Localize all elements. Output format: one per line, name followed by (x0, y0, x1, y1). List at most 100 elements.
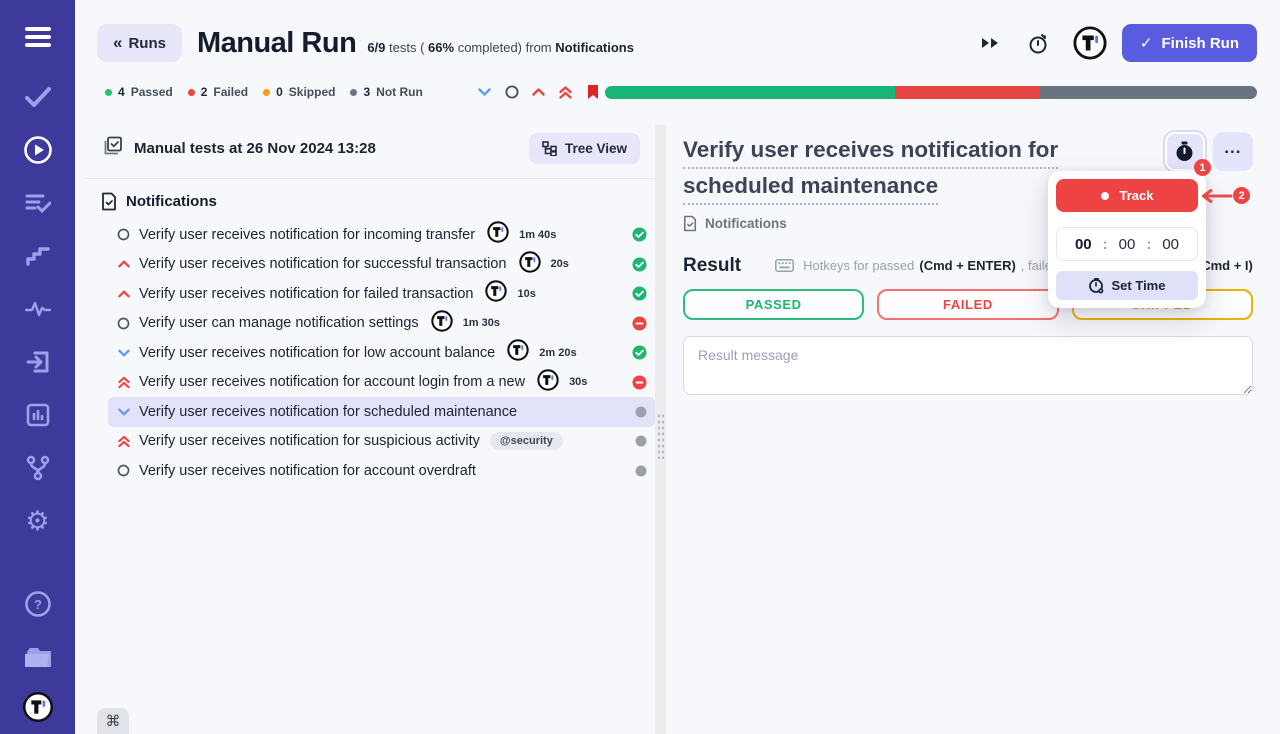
play-circle-icon[interactable] (23, 137, 53, 163)
gear-icon[interactable]: ⚙ (23, 508, 53, 534)
pulse-icon[interactable] (23, 296, 53, 322)
testomat-logo[interactable] (23, 694, 53, 720)
timer-restart-icon[interactable] (1027, 32, 1049, 54)
stopwatch-icon (1175, 141, 1194, 162)
testomat-mini-logo (487, 221, 509, 248)
priority-low-icon (116, 408, 131, 416)
file-icon (101, 192, 117, 211)
test-row[interactable]: Verify user receives notification for sc… (108, 397, 655, 427)
status-dot-icon (105, 89, 112, 96)
priority-none-icon (116, 464, 131, 477)
list-check-icon[interactable] (23, 190, 53, 216)
result-message-input[interactable] (683, 336, 1253, 395)
svg-text:?: ? (34, 597, 42, 612)
status-count-passed[interactable]: 4 Passed (105, 85, 173, 99)
command-key-icon: ⌘ (106, 712, 121, 730)
test-name: Verify user receives notification for sc… (139, 404, 517, 420)
testomat-mini-logo (519, 251, 541, 278)
check-icon: ✓ (1140, 34, 1153, 52)
folder-icon[interactable] (23, 644, 53, 670)
suite-folder-row[interactable]: Notifications (85, 179, 655, 220)
test-name: Verify user receives notification for lo… (139, 345, 495, 361)
status-failed-icon (632, 316, 647, 331)
branch-icon[interactable] (23, 455, 53, 481)
more-options-button[interactable]: ... (1213, 132, 1253, 171)
tree-view-label: Tree View (565, 141, 627, 156)
track-button[interactable]: Track (1056, 179, 1198, 212)
testomat-mini-logo (485, 280, 507, 307)
command-key-button[interactable]: ⌘ (97, 708, 129, 734)
tree-view-button[interactable]: Tree View (529, 133, 640, 164)
test-duration: 20s (551, 258, 569, 270)
test-duration: 2m 20s (539, 347, 576, 359)
status-bar: 4 Passed 2 Failed 0 Skipped 3 Not Run (75, 84, 1280, 100)
time-display[interactable]: 00 : 00 : 00 (1056, 227, 1198, 261)
test-name: Verify user receives notification for su… (139, 256, 507, 272)
resizer-grip-icon (657, 413, 664, 459)
test-row[interactable]: Verify user receives notification for in… (108, 220, 655, 250)
test-row[interactable]: Verify user receives notification for lo… (108, 338, 655, 368)
test-name: Verify user receives notification for in… (139, 227, 475, 243)
run-progress-subtitle: 6/9 tests ( 66% completed) from Notifica… (367, 40, 634, 55)
test-row[interactable]: Verify user can manage notification sett… (108, 309, 655, 339)
circle-icon[interactable] (504, 84, 520, 100)
annotation-badge-1: 1 (1194, 159, 1211, 176)
set-time-button[interactable]: Set Time (1056, 271, 1198, 300)
annotation-arrow-2: 2 (1201, 187, 1250, 204)
test-list: Verify user receives notification for in… (108, 220, 655, 486)
hours-value: 00 (1075, 236, 1092, 253)
seconds-value: 00 (1162, 236, 1179, 253)
testomat-header-logo[interactable] (1073, 26, 1107, 60)
header: « Runs Manual Run 6/9 tests ( 66% comple… (75, 0, 1280, 62)
priority-none-icon (116, 228, 131, 241)
test-tag[interactable]: @security (490, 432, 563, 450)
status-dot-icon (263, 89, 270, 96)
fast-forward-icon[interactable] (979, 32, 1001, 54)
menu-icon[interactable] (23, 24, 53, 50)
keyboard-icon (775, 259, 794, 272)
status-count-skipped[interactable]: 0 Skipped (263, 85, 335, 99)
suite-folder-name: Notifications (126, 193, 217, 210)
test-duration: 1m 40s (519, 229, 556, 241)
progress-segment-not-run (1040, 86, 1257, 99)
priority-none-icon (116, 317, 131, 330)
passed-button[interactable]: PASSED (683, 289, 864, 320)
test-row[interactable]: Verify user receives notification for fa… (108, 279, 655, 309)
chevron-down-icon[interactable] (477, 84, 493, 100)
panel-resizer[interactable] (655, 125, 666, 734)
testomat-mini-logo (431, 310, 453, 337)
test-name: Verify user receives notification for su… (139, 433, 480, 449)
test-row[interactable]: Verify user receives notification for su… (108, 427, 655, 457)
bookmark-icon[interactable] (585, 84, 601, 100)
priority-low-icon (116, 349, 131, 357)
test-name: Verify user receives notification for ac… (139, 374, 525, 390)
timer-button[interactable]: 1 (1165, 132, 1205, 171)
chevron-up-icon[interactable] (531, 84, 547, 100)
test-row[interactable]: Verify user receives notification for ac… (108, 456, 655, 486)
track-label: Track (1120, 188, 1154, 203)
finish-run-button[interactable]: ✓ Finish Run (1122, 24, 1257, 62)
run-title: Manual tests at 26 Nov 2024 13:28 (134, 140, 376, 157)
test-list-panel: Manual tests at 26 Nov 2024 13:28 Tree V… (85, 125, 655, 734)
status-passed-icon (632, 286, 647, 301)
login-icon[interactable] (23, 349, 53, 375)
failed-button[interactable]: FAILED (877, 289, 1058, 320)
check-icon[interactable] (23, 84, 53, 110)
main-content: « Runs Manual Run 6/9 tests ( 66% comple… (75, 0, 1280, 734)
page-title: Manual Run (197, 27, 356, 60)
test-row[interactable]: Verify user receives notification for su… (108, 250, 655, 280)
help-icon[interactable]: ? (23, 591, 53, 617)
stopwatch-gear-icon (1089, 278, 1104, 294)
run-checklist-icon (104, 136, 123, 160)
back-to-runs-button[interactable]: « Runs (97, 24, 182, 62)
status-count-not-run[interactable]: 3 Not Run (350, 85, 422, 99)
annotation-badge-2: 2 (1233, 187, 1250, 204)
arrow-left-icon (1201, 189, 1233, 203)
test-row[interactable]: Verify user receives notification for ac… (108, 368, 655, 398)
double-chevron-up-icon[interactable] (558, 84, 574, 100)
minutes-value: 00 (1119, 236, 1136, 253)
status-count-failed[interactable]: 2 Failed (188, 85, 248, 99)
status-dot-icon (188, 89, 195, 96)
steps-icon[interactable] (23, 243, 53, 269)
bar-chart-icon[interactable] (23, 402, 53, 428)
